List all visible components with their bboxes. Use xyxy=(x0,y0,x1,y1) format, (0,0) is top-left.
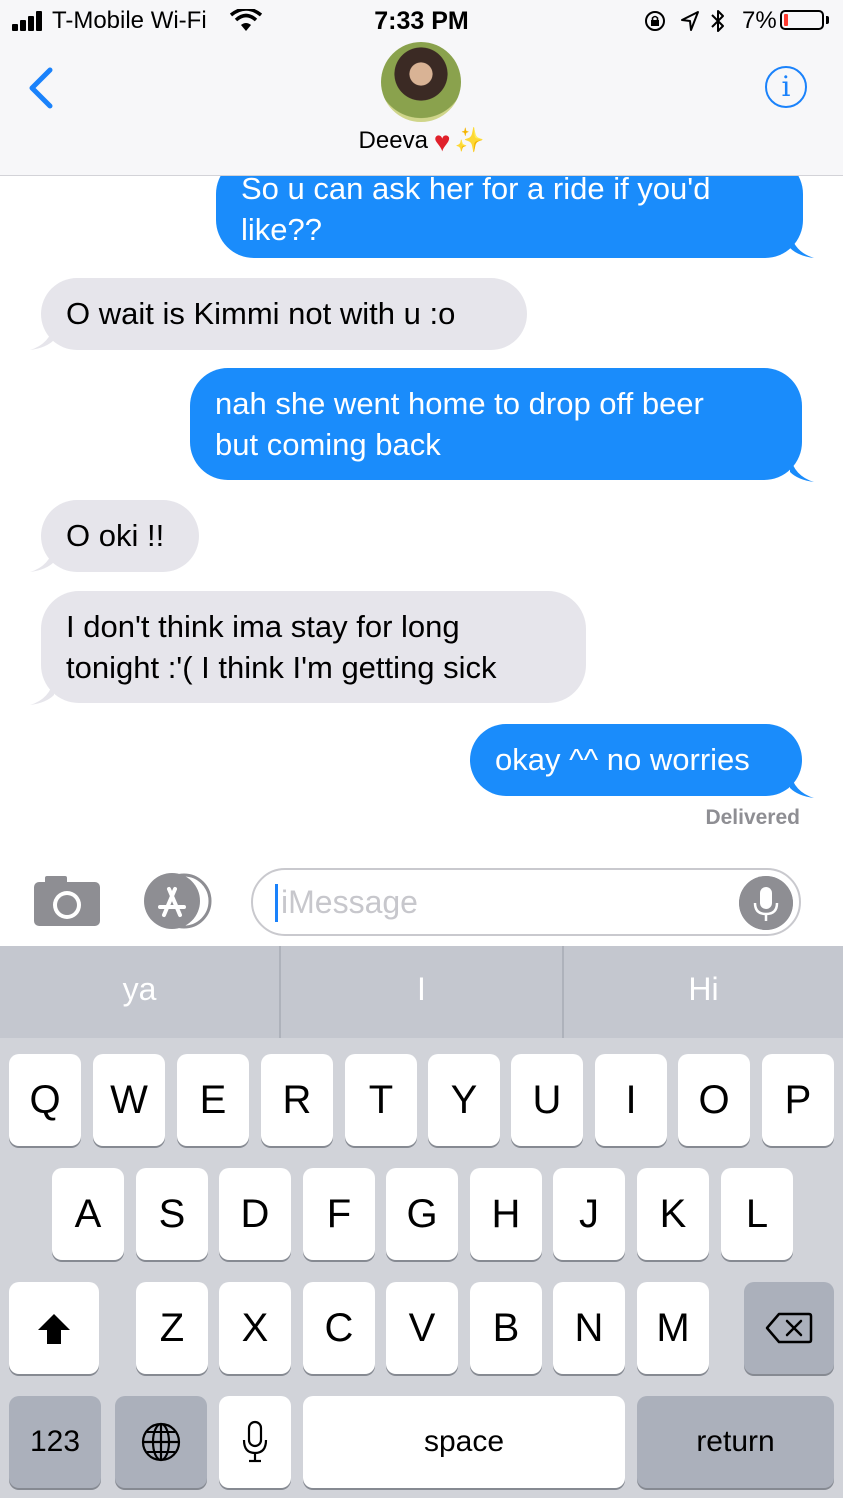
return-key[interactable]: return xyxy=(637,1396,834,1488)
contact-avatar[interactable] xyxy=(381,42,461,122)
key-c[interactable]: C xyxy=(303,1282,375,1374)
info-icon[interactable]: i xyxy=(765,66,807,108)
prediction-suggestion[interactable]: I xyxy=(281,946,562,1038)
bubble-tail xyxy=(790,456,814,482)
key-y[interactable]: Y xyxy=(428,1054,500,1146)
battery-percentage: 7% xyxy=(742,7,777,34)
contact-name-row[interactable]: Deeva ♥ ✨ xyxy=(0,126,843,158)
numbers-key[interactable]: 123 xyxy=(9,1396,101,1488)
key-h[interactable]: H xyxy=(470,1168,542,1260)
microphone-icon[interactable] xyxy=(739,876,793,930)
backspace-icon xyxy=(765,1312,813,1344)
key-m[interactable]: M xyxy=(637,1282,709,1374)
delivered-status: Delivered xyxy=(705,806,800,829)
contact-name: Deeva xyxy=(358,127,428,154)
message-bubble-sent[interactable]: okay ^^ no worries xyxy=(470,724,802,796)
key-z[interactable]: Z xyxy=(136,1282,208,1374)
key-v[interactable]: V xyxy=(386,1282,458,1374)
message-bubble-received[interactable]: O wait is Kimmi not with u :o xyxy=(41,278,527,350)
message-bubble-received[interactable]: O oki !! xyxy=(41,500,199,572)
delete-key[interactable] xyxy=(744,1282,834,1374)
key-f[interactable]: F xyxy=(303,1168,375,1260)
key-n[interactable]: N xyxy=(553,1282,625,1374)
key-d[interactable]: D xyxy=(219,1168,291,1260)
message-bubble-sent[interactable]: nah she went home to drop off beer but c… xyxy=(190,368,802,480)
key-p[interactable]: P xyxy=(762,1054,834,1146)
key-q[interactable]: Q xyxy=(9,1054,81,1146)
input-placeholder: iMessage xyxy=(281,884,418,920)
app-store-icon[interactable] xyxy=(142,873,216,929)
key-w[interactable]: W xyxy=(93,1054,165,1146)
key-t[interactable]: T xyxy=(345,1054,417,1146)
key-k[interactable]: K xyxy=(637,1168,709,1260)
orientation-lock-icon xyxy=(645,11,665,31)
bubble-tail xyxy=(790,232,814,258)
heart-emoji: ♥ xyxy=(433,126,451,157)
key-i[interactable]: I xyxy=(595,1054,667,1146)
dictation-key[interactable] xyxy=(219,1396,291,1488)
sparkles-emoji: ✨ xyxy=(454,127,485,154)
message-bubble-received[interactable]: I don't think ima stay for long tonight … xyxy=(41,591,586,703)
shift-arrow-icon xyxy=(38,1314,70,1344)
bubble-tail xyxy=(30,546,54,572)
location-icon xyxy=(681,11,699,31)
text-cursor xyxy=(275,884,278,922)
bubble-tail xyxy=(30,324,54,350)
globe-key[interactable] xyxy=(115,1396,207,1488)
bubble-tail xyxy=(790,772,814,798)
key-r[interactable]: R xyxy=(261,1054,333,1146)
battery-tip xyxy=(826,16,829,24)
prediction-suggestion[interactable]: ya xyxy=(0,946,279,1038)
key-b[interactable]: B xyxy=(470,1282,542,1374)
status-bar: T-Mobile Wi-Fi 7:33 PM 7% xyxy=(0,0,843,42)
key-g[interactable]: G xyxy=(386,1168,458,1260)
microphone-icon xyxy=(242,1420,268,1463)
key-o[interactable]: O xyxy=(678,1054,750,1146)
key-u[interactable]: U xyxy=(511,1054,583,1146)
key-e[interactable]: E xyxy=(177,1054,249,1146)
key-l[interactable]: L xyxy=(721,1168,793,1260)
camera-icon[interactable] xyxy=(33,874,101,926)
key-x[interactable]: X xyxy=(219,1282,291,1374)
bluetooth-icon xyxy=(711,10,724,32)
space-key[interactable]: space xyxy=(303,1396,625,1488)
battery-icon xyxy=(780,10,824,30)
globe-icon xyxy=(141,1422,181,1462)
key-s[interactable]: S xyxy=(136,1168,208,1260)
conversation-header: T-Mobile Wi-Fi 7:33 PM 7% Deeva ♥ ✨ i xyxy=(0,0,843,176)
prediction-suggestion[interactable]: Hi xyxy=(564,946,843,1038)
key-j[interactable]: J xyxy=(553,1168,625,1260)
chevron-left-icon[interactable] xyxy=(22,64,62,112)
key-a[interactable]: A xyxy=(52,1168,124,1260)
bubble-tail xyxy=(30,679,54,705)
shift-key[interactable] xyxy=(9,1282,99,1374)
